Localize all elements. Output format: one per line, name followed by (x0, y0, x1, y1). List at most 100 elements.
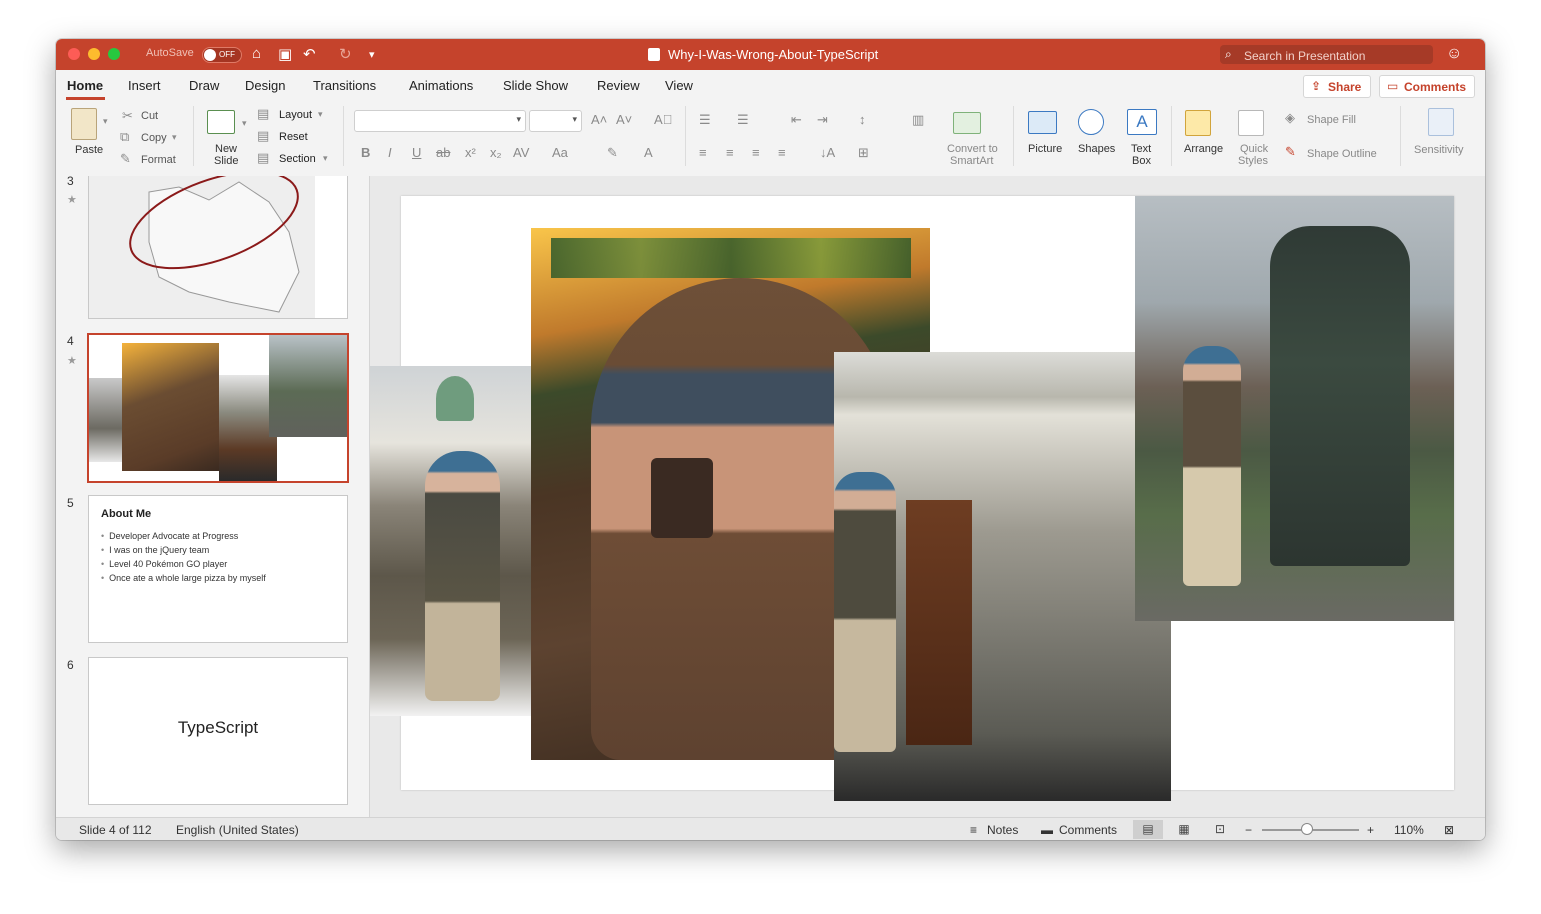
tab-animations[interactable]: Animations (409, 78, 473, 93)
photo-palace-snow[interactable] (370, 366, 532, 716)
new-slide-label-1[interactable]: New (215, 143, 237, 155)
slide-thumbnails-pane[interactable]: 3 ★ 4 ★ 5 About Me Developer Advocate at… (56, 176, 370, 817)
photo-doorway[interactable] (834, 352, 1171, 801)
clear-formatting-icon[interactable]: A⃥ (654, 112, 672, 127)
layout-button[interactable]: Layout (279, 109, 312, 121)
close-window-button[interactable] (68, 48, 80, 60)
shape-fill-button[interactable]: Shape Fill (1307, 114, 1356, 126)
underline-icon[interactable]: U (412, 145, 421, 160)
zoom-window-button[interactable] (108, 48, 120, 60)
minimize-window-button[interactable] (88, 48, 100, 60)
font-family-combo[interactable]: ▾ (354, 110, 526, 132)
zoom-out-icon[interactable]: − (1245, 823, 1252, 837)
strikethrough-icon[interactable]: ab (436, 145, 450, 160)
convert-smartart-label-2[interactable]: SmartArt (950, 155, 993, 167)
decrease-font-icon[interactable]: A˅ (616, 112, 632, 127)
font-size-combo[interactable]: ▾ (529, 110, 582, 132)
justify-icon[interactable]: ≡ (778, 145, 786, 160)
cut-button[interactable]: Cut (141, 110, 158, 122)
quick-styles-label-2[interactable]: Styles (1238, 155, 1268, 167)
increase-indent-icon[interactable]: ⇥ (817, 112, 828, 128)
undo-icon[interactable]: ↶ (303, 45, 316, 63)
section-button[interactable]: Section (279, 153, 316, 165)
presenter-view-button[interactable]: ⊡ (1205, 820, 1235, 839)
share-button[interactable]: ⇪ Share (1303, 75, 1371, 98)
arrange-icon[interactable] (1185, 110, 1211, 136)
text-box-label-1[interactable]: Text (1131, 143, 1151, 155)
slide-editing-canvas[interactable] (370, 176, 1485, 817)
align-left-icon[interactable]: ≡ (699, 145, 707, 160)
quick-styles-label-1[interactable]: Quick (1240, 143, 1268, 155)
superscript-icon[interactable]: x² (465, 145, 476, 160)
zoom-in-icon[interactable]: + (1367, 823, 1374, 837)
slide-sorter-button[interactable]: ▦ (1169, 820, 1199, 839)
increase-font-icon[interactable]: A˄ (591, 112, 607, 127)
search-input[interactable] (1242, 46, 1431, 65)
tab-insert[interactable]: Insert (128, 78, 161, 93)
arrange-button[interactable]: Arrange (1184, 143, 1223, 155)
subscript-icon[interactable]: x₂ (490, 145, 502, 160)
paste-icon[interactable] (71, 108, 97, 140)
fit-to-window-icon[interactable]: ⊠ (1444, 823, 1454, 837)
text-direction-icon[interactable]: ↓A (820, 145, 835, 160)
smartart-icon[interactable] (953, 112, 981, 134)
photo-statue[interactable] (1135, 196, 1454, 621)
sensitivity-icon[interactable] (1428, 108, 1454, 136)
slide-thumbnail-6[interactable]: TypeScript (88, 657, 348, 805)
tab-slide-show[interactable]: Slide Show (503, 78, 568, 93)
language-indicator[interactable]: English (United States) (176, 823, 299, 837)
slide-thumbnail-3[interactable] (88, 176, 348, 319)
picture-icon[interactable] (1028, 111, 1057, 134)
tab-design[interactable]: Design (245, 78, 285, 93)
italic-icon[interactable]: I (388, 145, 392, 160)
home-icon[interactable]: ⌂ (252, 45, 261, 62)
columns-icon[interactable]: ▥ (912, 112, 924, 128)
save-icon[interactable]: ▣ (278, 45, 292, 63)
search-box[interactable]: ⌕ (1220, 45, 1433, 65)
change-case-icon[interactable]: Aa (552, 145, 568, 160)
smiley-icon[interactable]: ☺ (1446, 45, 1462, 63)
zoom-level[interactable]: 110% (1394, 823, 1424, 837)
tab-draw[interactable]: Draw (189, 78, 219, 93)
text-box-icon[interactable]: A (1127, 109, 1157, 135)
numbering-icon[interactable]: ☰ (737, 112, 749, 128)
font-color-icon[interactable]: A (644, 145, 653, 160)
align-right-icon[interactable]: ≡ (752, 145, 760, 160)
tab-home[interactable]: Home (67, 78, 103, 93)
comments-status-button[interactable]: Comments (1059, 823, 1117, 837)
decrease-indent-icon[interactable]: ⇤ (791, 112, 802, 128)
tab-review[interactable]: Review (597, 78, 640, 93)
text-box-label-2[interactable]: Box (1132, 155, 1151, 167)
normal-view-button[interactable]: ▤ (1133, 820, 1163, 839)
new-slide-label-2[interactable]: Slide (214, 155, 238, 167)
paste-label[interactable]: Paste (75, 144, 103, 156)
shapes-button[interactable]: Shapes (1078, 143, 1115, 155)
zoom-slider-handle[interactable] (1300, 823, 1313, 835)
autosave-toggle[interactable]: OFF (202, 47, 242, 63)
convert-smartart-label-1[interactable]: Convert to (947, 143, 998, 155)
shape-outline-button[interactable]: Shape Outline (1307, 148, 1377, 160)
align-center-icon[interactable]: ≡ (726, 145, 734, 160)
line-spacing-icon[interactable]: ↕ (859, 112, 866, 127)
character-spacing-icon[interactable]: AV (513, 145, 529, 160)
copy-button[interactable]: Copy (141, 132, 167, 144)
picture-button[interactable]: Picture (1028, 143, 1062, 155)
align-text-icon[interactable]: ⊞ (858, 145, 869, 161)
tab-view[interactable]: View (665, 78, 693, 93)
tab-transitions[interactable]: Transitions (313, 78, 376, 93)
notes-button[interactable]: Notes (987, 823, 1018, 837)
format-painter-button[interactable]: Format (141, 154, 176, 166)
bullets-icon[interactable]: ☰ (699, 112, 711, 128)
shapes-icon[interactable] (1078, 109, 1104, 135)
comments-button[interactable]: ▭ Comments (1379, 75, 1475, 98)
redo-icon[interactable]: ↻ (339, 45, 352, 63)
quick-styles-icon[interactable] (1238, 110, 1264, 136)
slide-thumbnail-4[interactable] (87, 333, 349, 483)
customize-icon[interactable]: ▾ (369, 48, 375, 61)
new-slide-icon[interactable] (207, 110, 235, 134)
highlight-icon[interactable]: ✎ (607, 145, 618, 161)
sensitivity-button[interactable]: Sensitivity (1414, 144, 1464, 156)
slide-thumbnail-5[interactable]: About Me Developer Advocate at Progress … (88, 495, 348, 643)
bold-icon[interactable]: B (361, 145, 370, 160)
reset-button[interactable]: Reset (279, 131, 308, 143)
